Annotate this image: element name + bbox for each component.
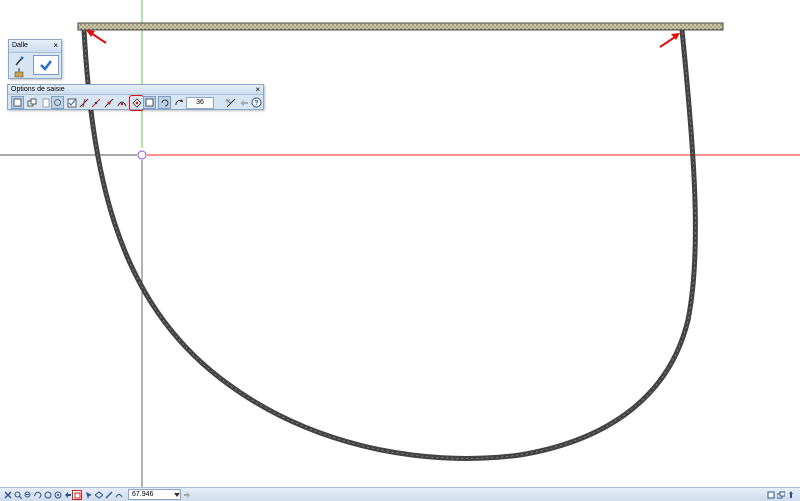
- cross-icon[interactable]: [3, 490, 12, 499]
- tangent-arc-icon[interactable]: [129, 95, 144, 111]
- dalle-palette-titlebar[interactable]: Dalle ×: [9, 40, 61, 53]
- wall-icon[interactable]: [114, 490, 123, 499]
- layers-icon[interactable]: [776, 490, 785, 499]
- back-arrow-icon[interactable]: [237, 96, 250, 109]
- svg-text:%: %: [226, 99, 231, 105]
- dalle-close-button[interactable]: ×: [53, 40, 58, 52]
- options-saisie-toolbar: Options de saisie × 36 % ?: [7, 84, 264, 111]
- options-close-button[interactable]: ×: [255, 85, 260, 94]
- angle-icon[interactable]: [89, 96, 102, 109]
- arrow-icon[interactable]: [63, 490, 72, 499]
- dalle-ok-button[interactable]: [33, 55, 59, 75]
- help-icon[interactable]: ?: [250, 96, 263, 109]
- slab-element[interactable]: [77, 22, 724, 31]
- pick-icon[interactable]: [12, 66, 25, 79]
- refresh-icon[interactable]: [158, 96, 171, 109]
- zoom-out-icon[interactable]: [23, 490, 32, 499]
- rotate-icon[interactable]: [172, 96, 185, 109]
- svg-text:?: ?: [254, 100, 258, 107]
- arc-icon[interactable]: [115, 96, 128, 109]
- scale-icon[interactable]: %: [224, 96, 237, 109]
- zoom-icon[interactable]: [13, 490, 22, 499]
- dalle-palette: Dalle ×: [8, 39, 62, 79]
- pan-icon[interactable]: [786, 490, 795, 499]
- polygon-icon[interactable]: [143, 96, 156, 109]
- dalle-palette-title: Dalle: [12, 42, 28, 49]
- options-toolbar-titlebar[interactable]: Options de saisie ×: [8, 85, 263, 95]
- segments-value-field[interactable]: 36: [186, 97, 214, 109]
- select-icon[interactable]: [84, 490, 93, 499]
- redo-icon[interactable]: [53, 490, 62, 499]
- layer-icon[interactable]: [94, 490, 103, 499]
- pen-icon[interactable]: [104, 490, 113, 499]
- options-toolbar-title: Options de saisie: [11, 86, 65, 93]
- copy-icon[interactable]: [25, 96, 38, 109]
- dropdown-icon[interactable]: [172, 490, 181, 499]
- status-bar: 67.946: [0, 487, 800, 501]
- rotate-view-icon[interactable]: [33, 490, 42, 499]
- line-input-icon[interactable]: [11, 96, 24, 109]
- drawing-canvas[interactable]: [0, 0, 800, 487]
- undo-icon[interactable]: [43, 490, 52, 499]
- checkmark-ok-icon: [40, 60, 52, 71]
- grid-icon[interactable]: [72, 490, 82, 500]
- window-icon[interactable]: [766, 490, 775, 499]
- parallel-icon[interactable]: [51, 96, 64, 109]
- forward-icon[interactable]: [182, 490, 191, 499]
- angle2-icon[interactable]: [102, 96, 115, 109]
